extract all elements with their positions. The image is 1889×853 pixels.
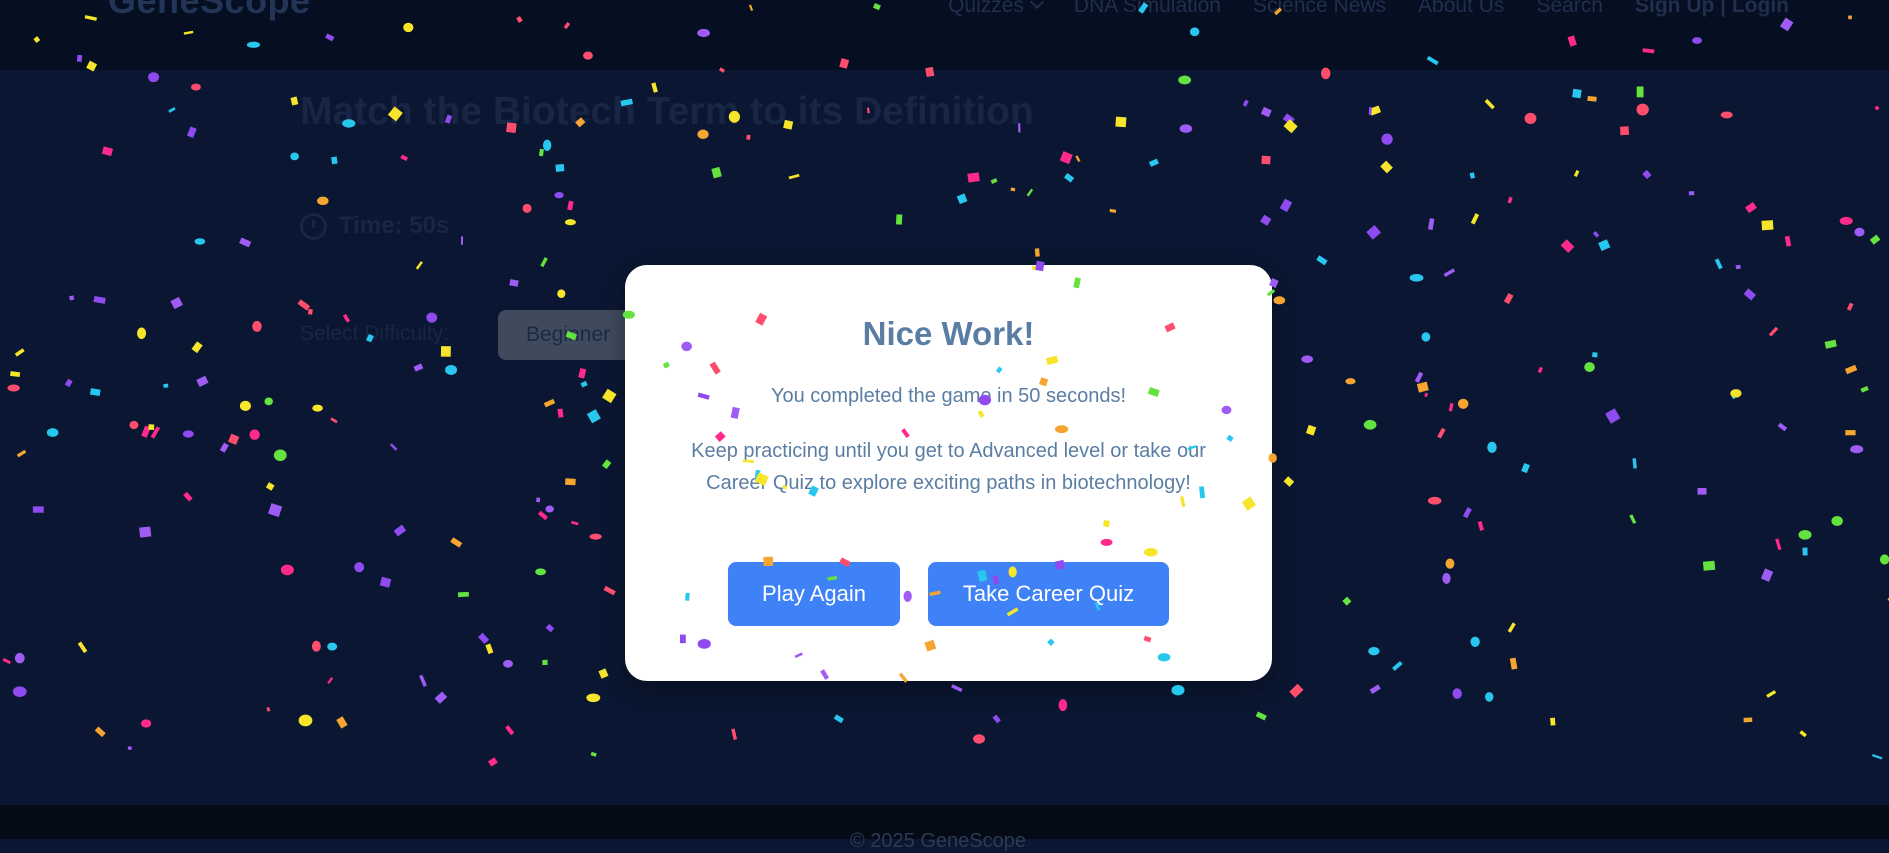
page-title: Match the Biotech Term to its Definition (300, 90, 1034, 133)
footer: © 2025 GeneScope (0, 805, 1889, 852)
nav-dna-simulation[interactable]: DNA Simulation (1074, 0, 1221, 18)
nav-about-us[interactable]: About Us (1418, 0, 1504, 18)
modal-message-completion: You completed the game in 50 seconds! (770, 385, 1127, 407)
success-modal: Nice Work! You completed the game in 50 … (625, 265, 1272, 681)
nav-quizzes-label: Quizzes (948, 0, 1024, 17)
footer-text: © 2025 GeneScope (850, 830, 1026, 852)
nav-science-news[interactable]: Science News (1253, 0, 1386, 18)
nav-search[interactable]: Search (1536, 0, 1603, 18)
difficulty-label: Select Difficulty: (300, 322, 449, 345)
nav-links: Quizzes DNA Simulation Science News Abou… (948, 0, 1789, 18)
brand-logo[interactable]: GeneScope (108, 0, 311, 22)
clock-icon (300, 212, 327, 240)
timer: Time: 50s (300, 212, 449, 240)
take-career-quiz-button[interactable]: Take Career Quiz (928, 562, 1169, 626)
timer-text: Time: 50s (339, 212, 450, 239)
modal-message-encouragement: Keep practicing until you get to Advance… (691, 440, 1206, 494)
modal-title: Nice Work! (862, 315, 1035, 352)
chevron-down-icon (1029, 0, 1044, 10)
nav-signup-login[interactable]: Sign Up | Login (1635, 0, 1789, 18)
navbar: GeneScope Quizzes DNA Simulation Science… (0, 0, 1889, 70)
nav-quizzes[interactable]: Quizzes (948, 0, 1044, 18)
play-again-button[interactable]: Play Again (728, 562, 900, 626)
